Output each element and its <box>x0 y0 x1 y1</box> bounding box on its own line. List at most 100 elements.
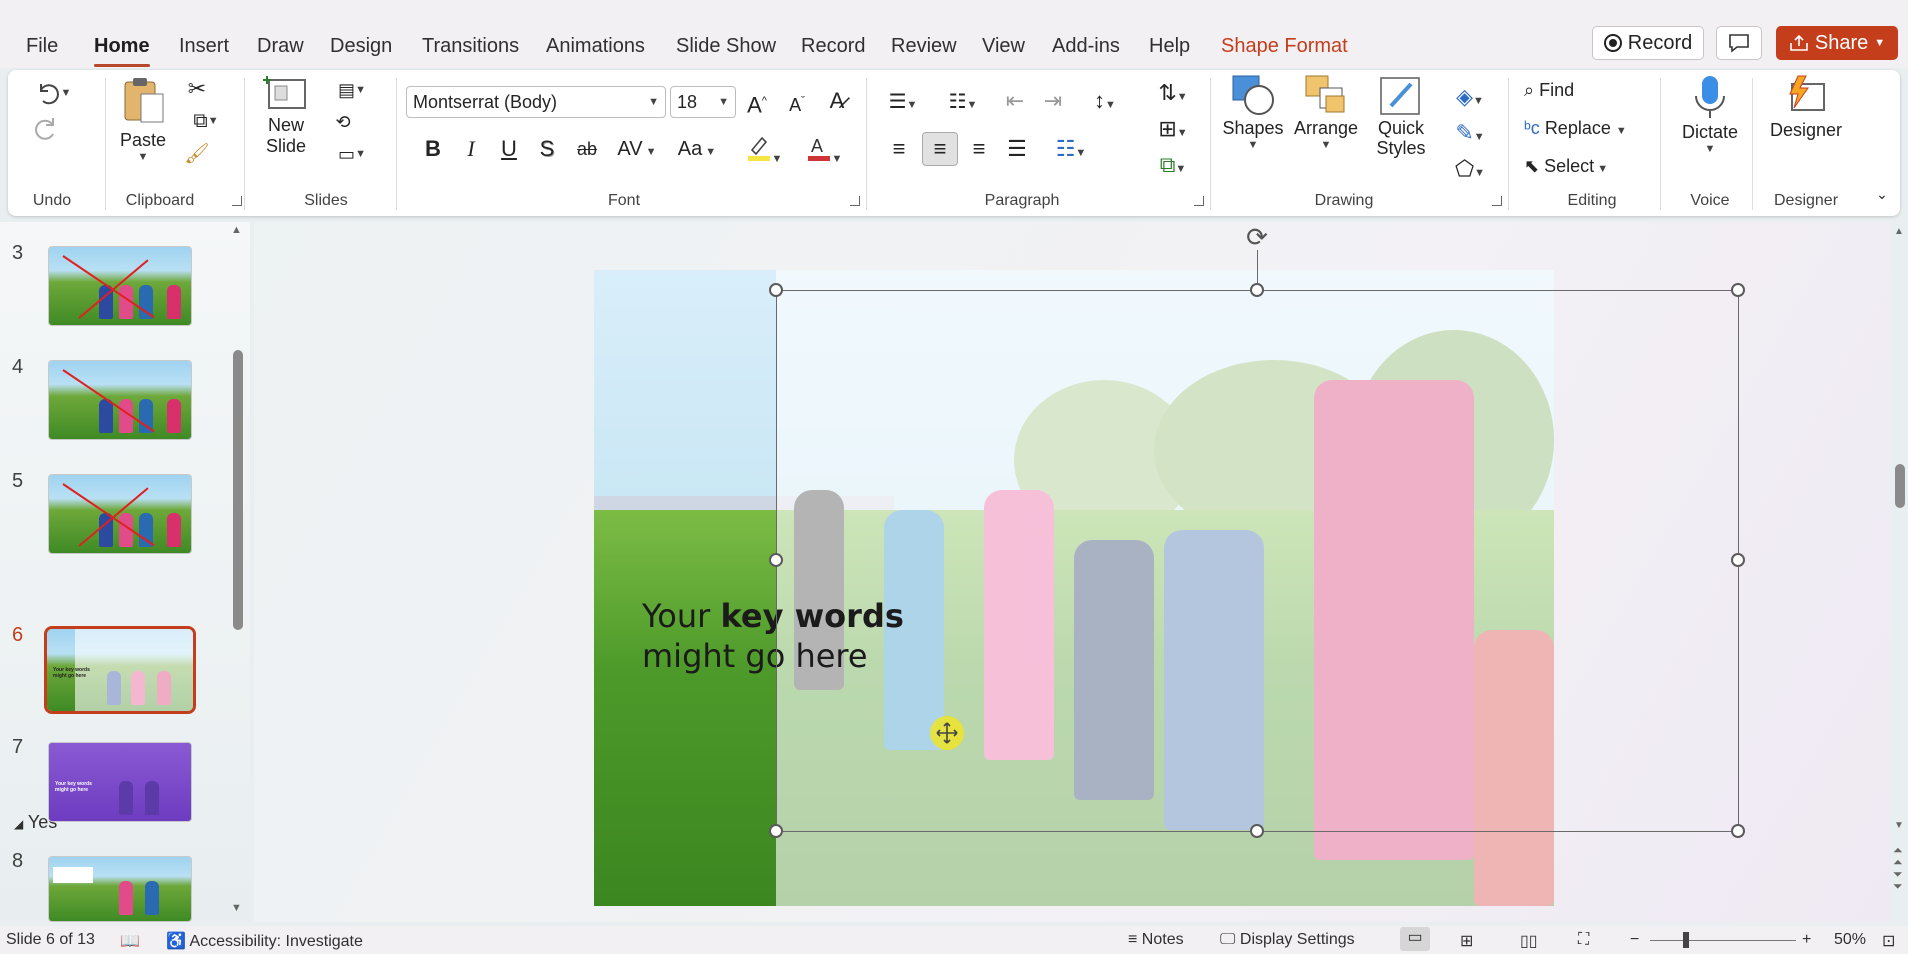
replace-button[interactable]: ᵇc Replace ▼ <box>1524 118 1627 139</box>
collapse-ribbon-button[interactable]: ⌄ <box>1872 184 1892 204</box>
bullets-button[interactable]: ☰▼ <box>878 88 928 118</box>
font-name-combobox[interactable]: Montserrat (Body) ▼ <box>406 86 666 118</box>
copy-dropdown-icon[interactable]: ▼ <box>208 115 219 127</box>
undo-button[interactable]: ▼ <box>28 76 78 110</box>
change-case-button[interactable]: Aa ▼ <box>672 136 722 165</box>
font-size-combobox[interactable]: 18 ▼ <box>670 86 736 118</box>
canvas-scroll-up-icon[interactable]: ▲ <box>1894 226 1904 237</box>
resize-handle-top-right[interactable] <box>1731 283 1745 297</box>
slide-show-button[interactable]: ⛶ <box>1578 931 1589 949</box>
copy-button[interactable]: ⧉ ▼ <box>180 106 232 136</box>
shape-selection-frame[interactable] <box>776 290 1739 832</box>
accessibility-button[interactable]: ♿ Accessibility: Investigate <box>166 931 363 951</box>
slide-thumbnails-panel[interactable]: 3 4 5 ◢ Yes 6 Your key words might go her… <box>0 222 250 922</box>
clipboard-launcher-icon[interactable] <box>232 196 242 206</box>
align-center-button[interactable]: ≡ <box>922 132 958 166</box>
bold-button[interactable]: B <box>418 136 448 162</box>
font-name-dropdown-icon[interactable]: ▼ <box>648 96 659 108</box>
format-painter-button[interactable]: 🖌 <box>180 138 214 168</box>
increase-font-size-button[interactable]: A^ <box>742 88 772 118</box>
character-spacing-button[interactable]: AV ▼ <box>612 136 662 165</box>
numbering-button[interactable]: ☷▼ <box>938 88 988 118</box>
find-button[interactable]: ⌕ Find <box>1524 80 1574 101</box>
layout-button[interactable]: ▤ ▼ <box>326 76 378 104</box>
new-slide-button[interactable]: New Slide <box>256 74 316 182</box>
layout-dropdown-icon[interactable]: ▼ <box>355 84 366 96</box>
decrease-indent-button[interactable]: ⇤ <box>1000 88 1030 114</box>
align-right-button[interactable]: ≡ <box>964 136 994 162</box>
justify-button[interactable]: ☰ <box>1002 136 1032 162</box>
resize-handle-bottom-left[interactable] <box>769 824 783 838</box>
tab-design[interactable]: Design <box>330 34 392 58</box>
zoom-slider-track[interactable] <box>1650 940 1796 941</box>
shape-fill-button[interactable]: ◈▼ <box>1444 84 1496 114</box>
slide-sorter-button[interactable]: ⊞ <box>1460 931 1473 951</box>
arrange-dropdown-icon[interactable]: ▼ <box>1321 139 1332 151</box>
drawing-launcher-icon[interactable] <box>1492 196 1502 206</box>
scroll-down-icon[interactable]: ▼ <box>231 902 242 914</box>
resize-handle-bottom-right[interactable] <box>1731 824 1745 838</box>
section-button[interactable]: ▭ ▼ <box>326 140 378 168</box>
line-spacing-button[interactable]: ↕▼ <box>1080 88 1130 118</box>
dictate-dropdown-icon[interactable]: ▼ <box>1705 143 1716 155</box>
undo-dropdown-icon[interactable]: ▼ <box>61 87 72 99</box>
reading-view-button[interactable]: ▯▯ <box>1520 931 1538 951</box>
clear-formatting-button[interactable]: A̷ <box>822 88 852 114</box>
font-launcher-icon[interactable] <box>850 196 860 206</box>
share-button[interactable]: Share ▼ <box>1776 26 1898 60</box>
tab-file[interactable]: File <box>26 34 58 58</box>
normal-view-button[interactable]: ▭ <box>1400 927 1430 951</box>
text-direction-button[interactable]: ⇅▼ <box>1148 80 1198 110</box>
designer-button[interactable]: Designer <box>1760 74 1852 164</box>
quick-styles-button[interactable]: Quick Styles <box>1368 72 1434 184</box>
paragraph-launcher-icon[interactable] <box>1194 196 1204 206</box>
tab-shape-format[interactable]: Shape Format <box>1221 34 1348 58</box>
zoom-level[interactable]: 50% <box>1834 931 1866 949</box>
next-slide-icon[interactable]: ⏷ ⏷ <box>1893 868 1903 892</box>
shape-outline-button[interactable]: ✎▼ <box>1444 120 1496 150</box>
spell-check-icon[interactable]: 📖 <box>120 931 140 951</box>
underline-button[interactable]: U <box>494 136 524 162</box>
zoom-slider-thumb[interactable] <box>1683 932 1689 948</box>
slide-thumbnail-4[interactable] <box>48 360 192 440</box>
tab-home[interactable]: Home <box>94 34 150 67</box>
tab-record[interactable]: Record <box>801 34 865 58</box>
share-chevron-icon[interactable]: ▼ <box>1874 37 1885 49</box>
canvas-scroll-down-icon[interactable]: ▼ <box>1894 820 1904 831</box>
notes-button[interactable]: ≡ Notes <box>1128 931 1184 949</box>
shape-effects-button[interactable]: ⬠▼ <box>1444 156 1496 186</box>
decrease-font-size-button[interactable]: Aˇ <box>782 88 812 118</box>
highlight-color-button[interactable]: ▼ <box>738 134 790 172</box>
tab-view[interactable]: View <box>982 34 1025 58</box>
slide-thumbnail-6[interactable]: Your key words might go here <box>44 626 196 714</box>
paste-button[interactable]: Paste ▼ <box>112 74 174 182</box>
thumbnails-scrollbar[interactable] <box>233 350 243 630</box>
tab-transitions[interactable]: Transitions <box>422 34 519 58</box>
slide-thumbnail-3[interactable] <box>48 246 192 326</box>
slide-thumbnail-5[interactable] <box>48 474 192 554</box>
fit-to-window-icon[interactable]: ⊡ <box>1882 931 1895 951</box>
collapse-triangle-icon[interactable]: ◢ <box>14 817 23 831</box>
arrange-button[interactable]: Arrange ▼ <box>1292 72 1360 182</box>
resize-handle-bottom[interactable] <box>1250 824 1264 838</box>
select-button[interactable]: ⬉ Select ▼ <box>1524 156 1608 177</box>
display-settings-button[interactable]: 🖵 Display Settings <box>1220 931 1355 949</box>
italic-button[interactable]: I <box>456 136 486 162</box>
canvas-scrollbar[interactable] <box>1895 464 1905 508</box>
comments-button[interactable] <box>1716 26 1762 60</box>
paste-dropdown-icon[interactable]: ▼ <box>138 151 149 163</box>
tab-draw[interactable]: Draw <box>257 34 304 58</box>
smartart-button[interactable]: ⧉▼ <box>1148 152 1198 182</box>
previous-slide-icon[interactable]: ⏶ ⏶ <box>1893 844 1903 868</box>
cut-button[interactable]: ✂ <box>180 74 214 104</box>
record-button[interactable]: Record <box>1592 26 1704 60</box>
font-color-button[interactable]: A ▼ <box>798 134 850 172</box>
align-left-button[interactable]: ≡ <box>884 136 914 162</box>
reset-button[interactable]: ⟲ <box>326 108 360 136</box>
columns-button[interactable]: ☷▼ <box>1046 136 1096 166</box>
redo-button[interactable] <box>28 112 62 146</box>
text-shadow-button[interactable]: S <box>532 136 562 162</box>
tab-insert[interactable]: Insert <box>179 34 229 58</box>
zoom-in-button[interactable]: + <box>1802 931 1811 949</box>
slide-thumbnail-8[interactable] <box>48 856 192 922</box>
